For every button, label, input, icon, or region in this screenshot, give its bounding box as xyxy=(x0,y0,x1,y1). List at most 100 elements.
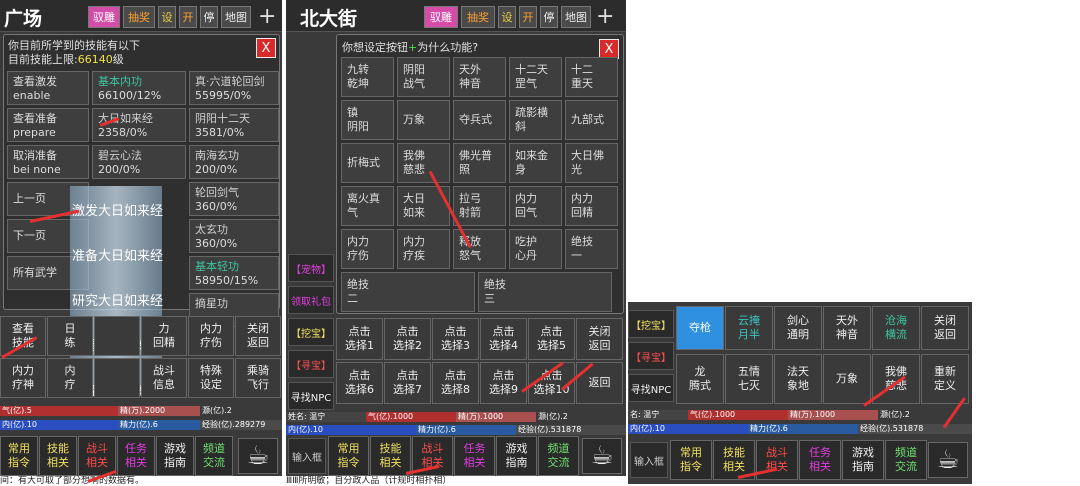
nav-button[interactable]: 频道 交流 xyxy=(538,436,579,476)
nav-button[interactable]: 战斗 相关 xyxy=(756,440,798,480)
select-slot[interactable]: 点击 选择3 xyxy=(432,318,479,360)
skill-slot[interactable]: 重新 定义 xyxy=(921,354,969,404)
top-button-3[interactable]: 设 xyxy=(158,6,176,28)
skill-option[interactable]: 疏影横斜 xyxy=(509,100,562,140)
function-button[interactable] xyxy=(94,358,140,398)
side-button[interactable]: 【寻宝】 xyxy=(288,350,334,378)
skill-option[interactable]: 吃护 心丹 xyxy=(509,229,562,269)
action-button[interactable]: 查看准备 prepare xyxy=(7,108,89,142)
input-box-button[interactable]: 输入框 xyxy=(630,442,668,478)
function-button[interactable]: 查看技能 xyxy=(0,316,46,356)
function-button[interactable]: 日练 xyxy=(47,316,93,356)
skill-option[interactable]: 十二天 罡气 xyxy=(509,57,562,97)
side-button[interactable]: 【宠物】 xyxy=(288,254,334,282)
skill-option[interactable]: 内力 疗伤 xyxy=(341,229,394,269)
popup-menu-item[interactable]: 准备大日如来经 xyxy=(72,245,163,264)
skill-option[interactable]: 释放 怒气 xyxy=(453,229,506,269)
nav-button[interactable]: 常用 指令 xyxy=(670,440,712,480)
skill-option[interactable]: 如来金身 xyxy=(509,143,562,183)
skill-item[interactable]: 阴阳十二天 3581/0% xyxy=(189,108,279,142)
skill-slot[interactable]: 关闭 返回 xyxy=(921,306,969,350)
nav-button[interactable]: 游戏 指南 xyxy=(156,436,194,476)
skill-slot[interactable]: 龙腾式 xyxy=(676,354,724,404)
skill-option[interactable]: 内力 回精 xyxy=(565,186,618,226)
skill-option[interactable]: 绝技三 xyxy=(478,272,612,312)
skill-item[interactable]: 碧云心法 200/0% xyxy=(92,145,186,179)
plus-icon[interactable]: + xyxy=(596,4,614,29)
skill-option[interactable]: 内力 疗疾 xyxy=(397,229,450,269)
close-icon[interactable]: X xyxy=(599,39,619,59)
select-slot[interactable]: 点击 选择4 xyxy=(480,318,527,360)
skill-option[interactable]: 夺兵式 xyxy=(453,100,506,140)
top-button-6[interactable]: 地图 xyxy=(561,6,591,28)
cup-icon[interactable]: ☕ xyxy=(582,438,622,474)
cup-icon[interactable]: ☕ xyxy=(238,438,278,474)
action-button[interactable]: 取消准备 bei none xyxy=(7,145,89,179)
side-button[interactable]: 【寻宝】 xyxy=(628,342,674,370)
top-button-2[interactable]: 抽奖 xyxy=(461,6,495,28)
select-slot[interactable]: 点击 选择7 xyxy=(384,362,431,404)
skill-option[interactable]: 绝技一 xyxy=(565,229,618,269)
top-button-3[interactable]: 设 xyxy=(498,6,516,28)
nav-button[interactable]: 频道 交流 xyxy=(885,440,927,480)
popup-menu-item[interactable]: 激发大日如来经 xyxy=(72,200,163,219)
side-button[interactable]: 【挖宝】 xyxy=(628,310,674,338)
skill-item[interactable]: 轮回剑气 360/0% xyxy=(189,182,279,216)
close-icon[interactable]: X xyxy=(256,38,276,58)
side-button[interactable]: 【挖宝】 xyxy=(288,318,334,346)
nav-button[interactable]: 任务 相关 xyxy=(117,436,155,476)
nav-button[interactable]: 任务 相关 xyxy=(799,440,841,480)
skill-slot[interactable]: 云掩 月半 xyxy=(725,306,773,350)
action-button[interactable]: 查看激发 enable xyxy=(7,71,89,105)
top-button-6[interactable]: 地图 xyxy=(221,6,251,28)
cup-icon[interactable]: ☕ xyxy=(928,442,968,478)
skill-option[interactable]: 内力 回气 xyxy=(509,186,562,226)
plus-icon[interactable]: + xyxy=(258,4,276,29)
skill-item[interactable]: 太玄功 360/0% xyxy=(189,219,279,253)
nav-button[interactable]: 常用 指令 xyxy=(0,436,38,476)
top-button-4[interactable]: 开 xyxy=(179,6,197,28)
function-button[interactable] xyxy=(94,316,140,356)
skill-option[interactable]: 折梅式 xyxy=(341,143,394,183)
select-slot[interactable]: 点击 选择5 xyxy=(528,318,575,360)
nav-button[interactable]: 技能 相关 xyxy=(370,436,411,476)
input-box-button[interactable]: 输入框 xyxy=(288,438,326,474)
select-slot[interactable]: 点击 选择6 xyxy=(336,362,383,404)
skill-item[interactable]: 基本内功 66100/12% xyxy=(92,71,186,105)
function-button[interactable]: 内疗 xyxy=(47,358,93,398)
nav-button[interactable]: 频道 交流 xyxy=(195,436,233,476)
function-button[interactable]: 关闭 返回 xyxy=(235,316,281,356)
function-button[interactable]: 乘骑 飞行 xyxy=(235,358,281,398)
function-button[interactable]: 力回精 xyxy=(141,316,187,356)
skill-slot[interactable]: 剑心 通明 xyxy=(774,306,822,350)
skill-option[interactable]: 九转 乾坤 xyxy=(341,57,394,97)
skill-slot[interactable]: 天外 神音 xyxy=(823,306,871,350)
skill-slot[interactable]: 夺枪 xyxy=(676,306,724,350)
top-button-2[interactable]: 抽奖 xyxy=(123,6,155,28)
nav-button[interactable]: 战斗 相关 xyxy=(78,436,116,476)
skill-item[interactable]: 基本轻功 58950/15% xyxy=(189,256,279,290)
top-button-1[interactable]: 驭雕 xyxy=(424,6,458,28)
skill-option[interactable]: 拉弓 射箭 xyxy=(453,186,506,226)
function-button[interactable]: 特殊 设定 xyxy=(188,358,234,398)
skill-slot[interactable]: 万象 xyxy=(823,354,871,404)
function-button[interactable]: 内力 疗伤 xyxy=(188,316,234,356)
nav-button[interactable]: 技能 相关 xyxy=(39,436,77,476)
skill-option[interactable]: 阴阳 战气 xyxy=(397,57,450,97)
skill-slot[interactable]: 沧海 横流 xyxy=(872,306,920,350)
skill-item[interactable]: 大日如来经 2358/0% xyxy=(92,108,186,142)
side-button[interactable]: 寻找NPC xyxy=(288,382,334,410)
skill-option[interactable]: 天外 神音 xyxy=(453,57,506,97)
skill-option[interactable]: 万象 xyxy=(397,100,450,140)
skill-option[interactable]: 佛光普照 xyxy=(453,143,506,183)
skill-option[interactable]: 我佛 慈悲 xyxy=(397,143,450,183)
skill-option[interactable]: 镇阴阳 xyxy=(341,100,394,140)
skill-slot[interactable]: 五情 七灭 xyxy=(725,354,773,404)
skill-option[interactable]: 大日佛光 xyxy=(565,143,618,183)
select-slot[interactable]: 点击 选择1 xyxy=(336,318,383,360)
top-button-5[interactable]: 停 xyxy=(200,6,218,28)
skill-slot[interactable]: 法天 象地 xyxy=(774,354,822,404)
side-button[interactable]: 寻找NPC xyxy=(628,374,674,402)
skill-option[interactable]: 十二 重天 xyxy=(565,57,618,97)
nav-button[interactable]: 游戏 指南 xyxy=(496,436,537,476)
